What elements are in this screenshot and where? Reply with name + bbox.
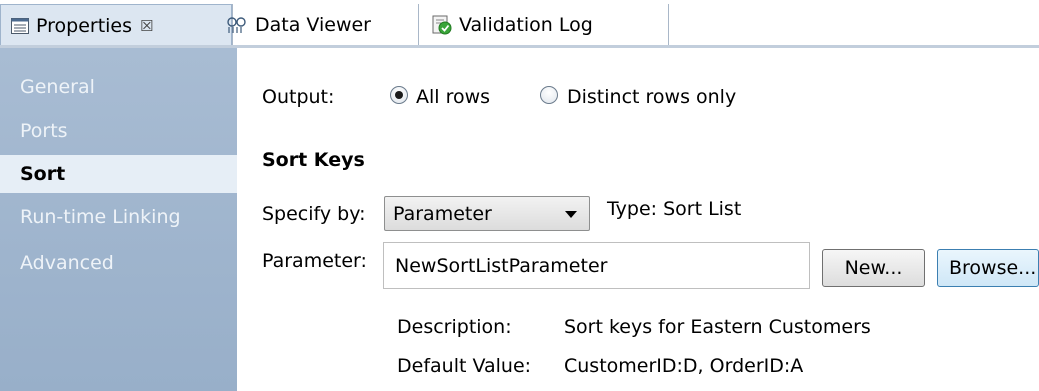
- tab-properties-label: Properties: [36, 14, 133, 37]
- properties-icon: [11, 17, 29, 34]
- browse-button[interactable]: Browse...: [937, 249, 1039, 287]
- tab-divider: [668, 4, 669, 46]
- tab-validation-log-label: Validation Log: [459, 14, 593, 36]
- parameter-label: Parameter:: [262, 250, 367, 272]
- distinct-rows-only-label[interactable]: Distinct rows only: [567, 86, 736, 108]
- description-label: Description:: [397, 316, 512, 338]
- view-tab-strip: Properties ☒ Data Viewer Validation Log: [0, 0, 1039, 48]
- validation-log-icon: [432, 15, 452, 35]
- all-rows-label[interactable]: All rows: [416, 86, 490, 108]
- specify-by-value: Parameter: [393, 202, 492, 225]
- specify-by-label: Specify by:: [262, 203, 366, 225]
- parameter-value: NewSortListParameter: [395, 254, 608, 277]
- nav-item-general[interactable]: General: [0, 68, 237, 106]
- tab-data-viewer-label: Data Viewer: [255, 14, 371, 36]
- nav-item-advanced[interactable]: Advanced: [0, 244, 237, 282]
- type-text: Type: Sort List: [607, 198, 742, 220]
- chevron-down-icon: [565, 211, 577, 218]
- parameter-field[interactable]: NewSortListParameter: [383, 242, 810, 289]
- nav-item-sort[interactable]: Sort: [0, 155, 237, 193]
- close-icon[interactable]: ☒: [140, 17, 153, 35]
- data-viewer-icon: [227, 17, 246, 33]
- new-button[interactable]: New...: [822, 249, 925, 287]
- tab-data-viewer[interactable]: Data Viewer: [214, 4, 436, 46]
- tab-validation-log[interactable]: Validation Log: [418, 4, 668, 46]
- specify-by-dropdown[interactable]: Parameter: [384, 196, 590, 231]
- sort-keys-heading: Sort Keys: [262, 149, 365, 171]
- distinct-rows-only-radio[interactable]: [540, 86, 558, 104]
- tab-properties[interactable]: Properties ☒: [0, 4, 232, 46]
- properties-section-nav: General Ports Sort Run-time Linking Adva…: [0, 48, 237, 391]
- all-rows-radio[interactable]: [390, 86, 408, 104]
- nav-item-ports[interactable]: Ports: [0, 112, 237, 150]
- default-value-label: Default Value:: [397, 355, 532, 377]
- sort-properties-panel: Output: All rows Distinct rows only Sort…: [237, 48, 1039, 391]
- output-label: Output:: [262, 86, 335, 108]
- description-value: Sort keys for Eastern Customers: [564, 316, 871, 338]
- default-value-value: CustomerID:D, OrderID:A: [564, 355, 804, 377]
- radio-selected-dot: [395, 91, 403, 99]
- nav-item-run-time-linking[interactable]: Run-time Linking: [0, 198, 237, 236]
